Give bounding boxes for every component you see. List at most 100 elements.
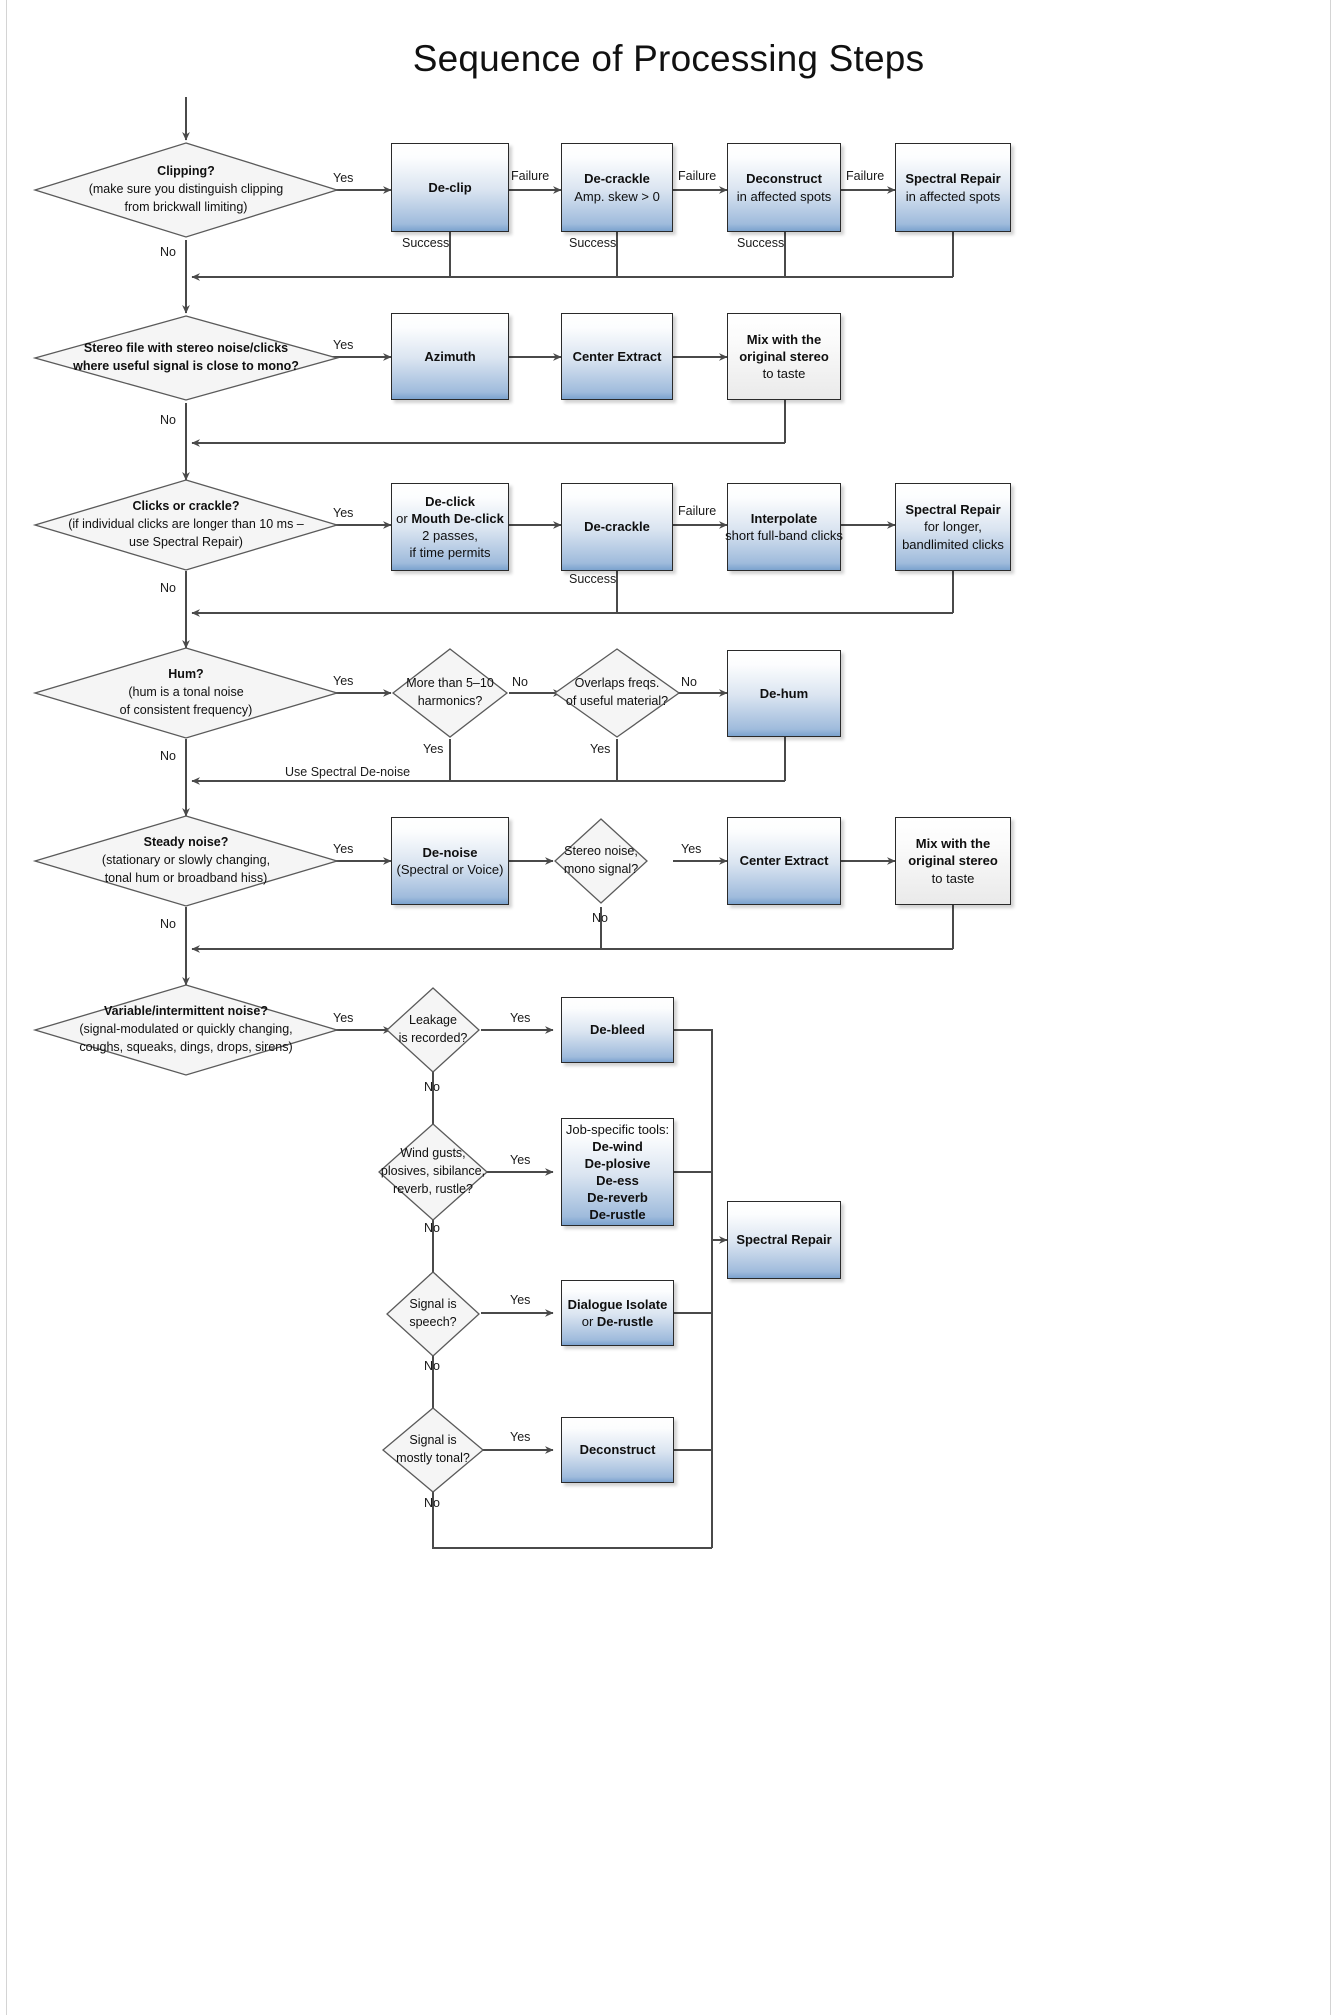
decision-text: Overlaps freqs. of useful material?: [560, 675, 674, 711]
step-job-specific-tools[interactable]: Job-specific tools: De-wind De-plosive D…: [561, 1118, 674, 1226]
slide-frame-left: [6, 0, 7, 2015]
edge-label-no: No: [681, 675, 697, 689]
step-title: Mix with the: [915, 836, 991, 852]
step-deconstruct[interactable]: Deconstruct in affected spots: [727, 143, 841, 232]
step-title: Center Extract: [572, 348, 662, 364]
edge-label-failure: Failure: [678, 504, 717, 518]
step-de-crackle[interactable]: De-crackle Amp. skew > 0: [561, 143, 673, 232]
step-title: De-crackle: [584, 171, 650, 187]
edge-label-success: Success: [402, 236, 450, 250]
decision-text: Clicks or crackle? (if individual clicks…: [62, 498, 310, 551]
step-azimuth[interactable]: Azimuth: [391, 313, 509, 400]
edge-label-no: No: [160, 917, 176, 931]
decision-line3: reverb, rustle?: [393, 1181, 473, 1196]
edge-label-yes: Yes: [333, 338, 354, 352]
edge-label-no: No: [512, 675, 528, 689]
decision-text: Signal is mostly tonal?: [390, 1432, 476, 1468]
decision-line3: use Spectral Repair): [129, 534, 243, 549]
decision-stereo-file[interactable]: Stereo file with stereo noise/clicks whe…: [32, 313, 340, 403]
edge-label-no: No: [160, 413, 176, 427]
decision-text: Leakage is recorded?: [393, 1012, 474, 1048]
decision-signal-mostly-tonal[interactable]: Signal is mostly tonal?: [381, 1406, 485, 1494]
decision-line1: More than 5–10: [406, 676, 494, 691]
step-title: De-click: [425, 493, 475, 509]
step-mix-with-original-stereo[interactable]: Mix with the original stereo to taste: [727, 313, 841, 400]
step-deconstruct-2[interactable]: Deconstruct: [561, 1417, 674, 1483]
decision-wind-gusts[interactable]: Wind gusts, plosives, sibilance, reverb,…: [377, 1122, 489, 1222]
edge-label-no: No: [424, 1080, 440, 1094]
decision-stereo-noise-mono-signal[interactable]: Stereo noise, mono signal?: [553, 817, 649, 905]
step-mix-with-original-stereo-2[interactable]: Mix with the original stereo to taste: [895, 817, 1011, 905]
edge-label-no: No: [160, 749, 176, 763]
step-de-hum[interactable]: De-hum: [727, 650, 841, 737]
edge-label-yes: Yes: [510, 1153, 531, 1167]
step-dialogue-isolate[interactable]: Dialogue Isolate or De-rustle: [561, 1280, 674, 1346]
decision-text: Hum? (hum is a tonal noise of consistent…: [114, 666, 259, 719]
step-interpolate[interactable]: Interpolate short full-band clicks: [725, 483, 843, 571]
decision-line2: harmonics?: [417, 694, 483, 708]
decision-more-than-harmonics[interactable]: More than 5–10 harmonics?: [391, 647, 509, 739]
decision-text: More than 5–10 harmonics?: [400, 675, 500, 711]
step-title: De-hum: [759, 685, 809, 701]
decision-text: Steady noise? (stationary or slowly chan…: [96, 834, 276, 887]
edge-label-failure: Failure: [678, 169, 717, 183]
edge-label-yes: Yes: [510, 1293, 531, 1307]
flowchart-page: Sequence of Processing Steps Clipping? (…: [0, 0, 1337, 2015]
step-title2-strong: Mouth De-click: [411, 510, 504, 526]
decision-title: Stereo file with stereo noise/clicks: [83, 341, 289, 356]
step-title: Interpolate: [750, 510, 818, 526]
decision-line1: Signal is: [409, 1433, 457, 1448]
step-sub2: bandlimited clicks: [902, 536, 1004, 552]
step-title2: or De-rustle: [582, 1313, 654, 1330]
decision-overlaps-freqs[interactable]: Overlaps freqs. of useful material?: [553, 647, 681, 739]
step-sub2: if time permits: [409, 545, 491, 561]
slide-frame-right: [1330, 0, 1331, 2015]
step-title: Spectral Repair: [905, 502, 1001, 518]
decision-variable-intermittent-noise[interactable]: Variable/intermittent noise? (signal-mod…: [32, 982, 340, 1078]
decision-title: Clicks or crackle?: [132, 499, 240, 514]
step-title2: or Mouth De-click: [396, 510, 504, 527]
decision-hum[interactable]: Hum? (hum is a tonal noise of consistent…: [32, 645, 340, 741]
step-title: Spectral Repair: [905, 171, 1001, 187]
decision-signal-is-speech[interactable]: Signal is speech?: [385, 1270, 481, 1358]
edge-label-yes: Yes: [333, 842, 354, 856]
step-center-extract-2[interactable]: Center Extract: [727, 817, 841, 905]
decision-line2: (hum is a tonal noise: [128, 685, 244, 700]
edge-label-yes: Yes: [333, 1011, 354, 1025]
edge-label-success: Success: [569, 572, 617, 586]
decision-title: Variable/intermittent noise?: [104, 1004, 268, 1019]
step-title: Mix with the: [746, 331, 822, 347]
decision-text: Stereo noise, mono signal?: [558, 843, 644, 879]
tool-de-wind: De-wind: [592, 1138, 643, 1154]
decision-leakage-is-recorded[interactable]: Leakage is recorded?: [385, 986, 481, 1074]
decision-line3: tonal hum or broadband hiss): [104, 870, 268, 885]
step-center-extract[interactable]: Center Extract: [561, 313, 673, 400]
step-spectral-repair-3[interactable]: Spectral Repair: [727, 1201, 841, 1279]
decision-line2: mostly tonal?: [396, 1451, 470, 1465]
step-title: Azimuth: [424, 348, 476, 364]
step-title: Deconstruct: [746, 171, 822, 187]
step-spectral-repair[interactable]: Spectral Repair in affected spots: [895, 143, 1011, 232]
decision-text: Clipping? (make sure you distinguish cli…: [83, 163, 290, 216]
edge-label-no: No: [160, 245, 176, 259]
step-title2: original stereo: [739, 348, 829, 364]
step-de-bleed[interactable]: De-bleed: [561, 997, 674, 1063]
decision-line1: Leakage: [409, 1013, 457, 1028]
decision-line2: plosives, sibilance,: [380, 1164, 486, 1179]
decision-steady-noise[interactable]: Steady noise? (stationary or slowly chan…: [32, 813, 340, 909]
edge-label-yes: Yes: [681, 842, 702, 856]
step-de-click[interactable]: De-click or Mouth De-click 2 passes, if …: [391, 483, 509, 571]
edge-label-failure: Failure: [846, 169, 885, 183]
step-spectral-repair-2[interactable]: Spectral Repair for longer, bandlimited …: [895, 483, 1011, 571]
step-de-crackle-2[interactable]: De-crackle: [561, 483, 673, 571]
decision-line2: is recorded?: [398, 1031, 468, 1045]
step-sub: to taste: [931, 870, 975, 886]
step-de-noise[interactable]: De-noise (Spectral or Voice): [391, 817, 509, 905]
decision-line3: from brickwall limiting): [124, 199, 248, 214]
decision-clicks-or-crackle[interactable]: Clicks or crackle? (if individual clicks…: [32, 477, 340, 573]
edge-label-failure: Failure: [511, 169, 550, 183]
step-de-clip[interactable]: De-clip: [391, 143, 509, 232]
decision-line1: Overlaps freqs.: [574, 676, 660, 691]
decision-clipping[interactable]: Clipping? (make sure you distinguish cli…: [32, 140, 340, 240]
step-heading: Job-specific tools:: [565, 1121, 670, 1137]
